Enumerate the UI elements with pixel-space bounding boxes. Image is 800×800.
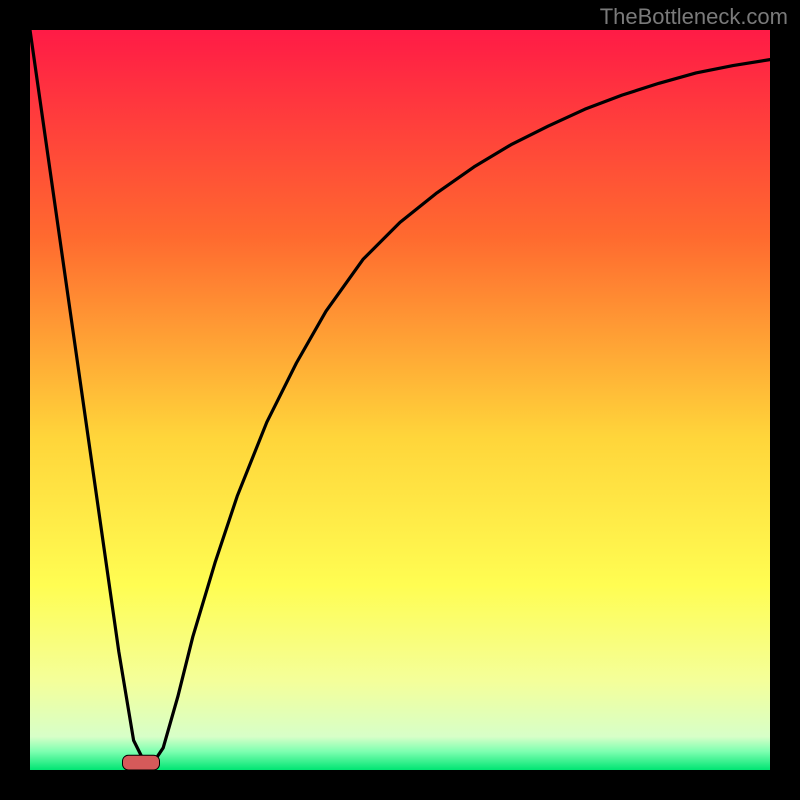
chart-frame: TheBottleneck.com	[0, 0, 800, 800]
plot-area	[30, 30, 770, 770]
chart-svg	[30, 30, 770, 770]
watermark-text: TheBottleneck.com	[600, 4, 788, 30]
optimal-marker	[123, 755, 160, 770]
gradient-background	[30, 30, 770, 770]
